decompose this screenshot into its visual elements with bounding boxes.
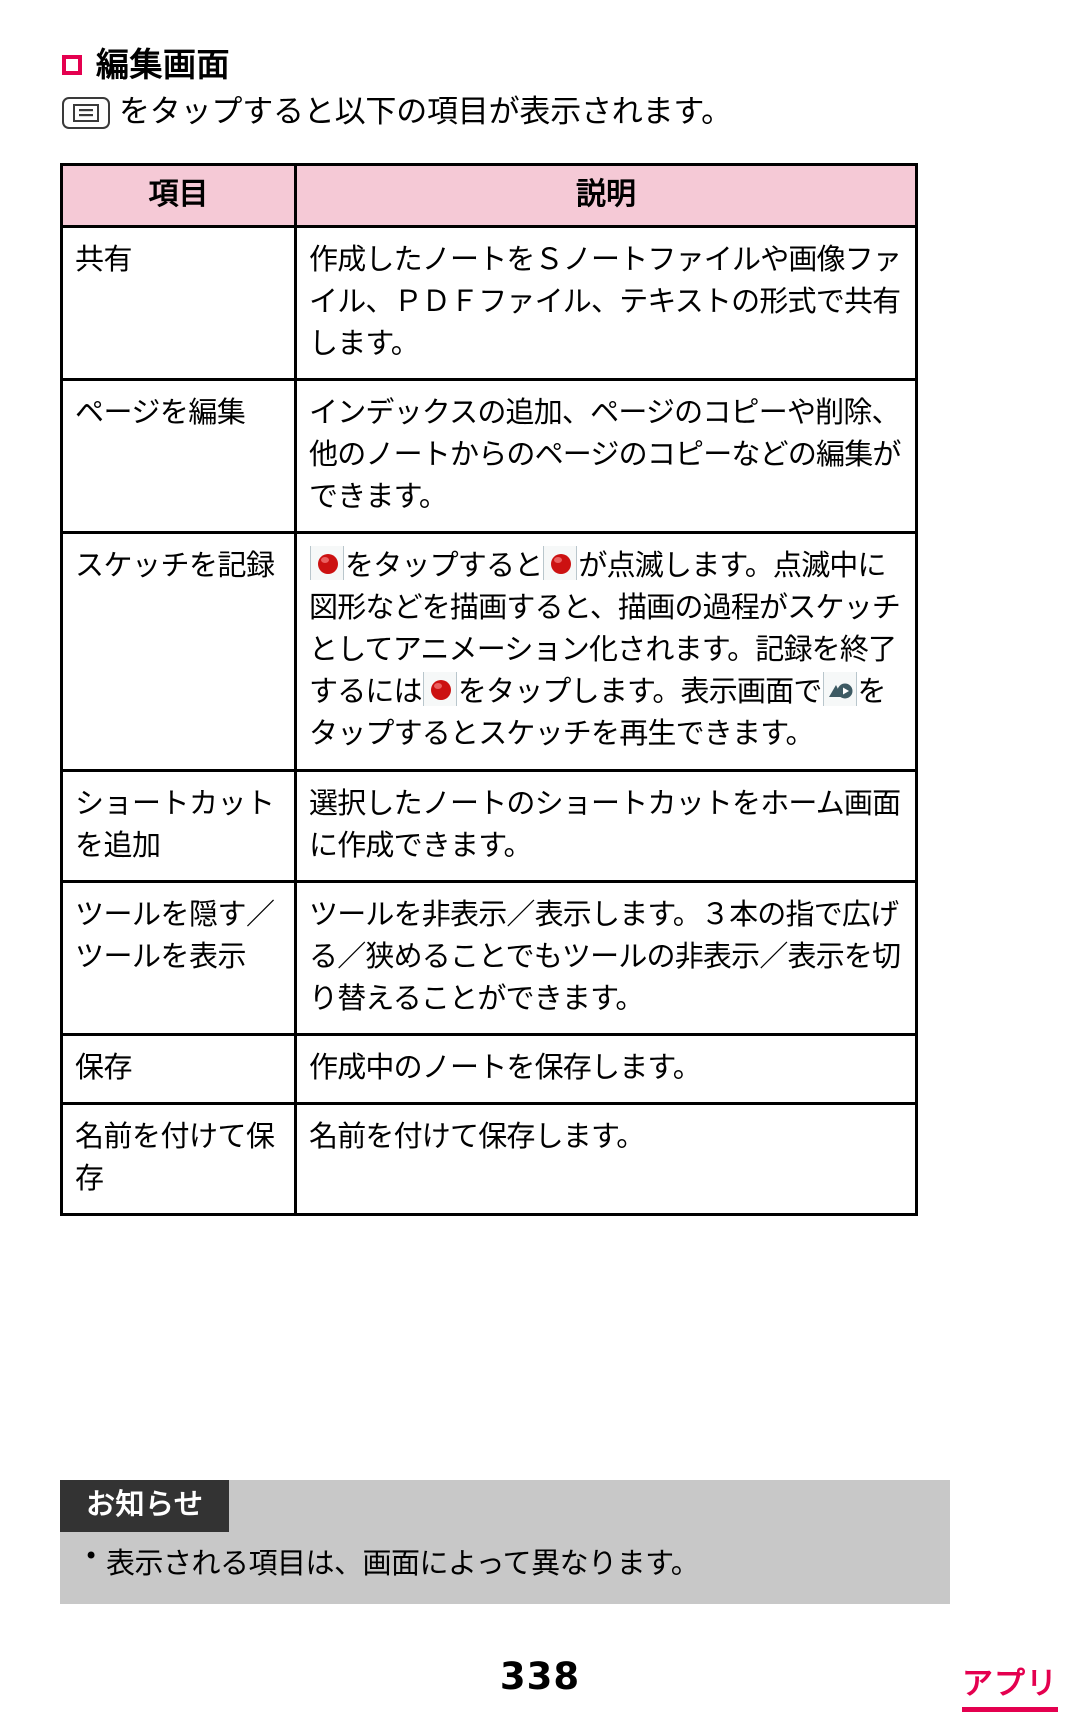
record-red-dot-icon xyxy=(422,672,457,707)
sketch-play-icon xyxy=(822,672,857,707)
page-title: 編集画面 xyxy=(96,45,230,84)
record-red-dot-icon xyxy=(543,546,578,581)
manual-page: 編集画面 をタップすると以下の項目が表示されます。 項目 説明 共有 作成したノ… xyxy=(0,0,1080,1733)
item-description: 選択したノートのショートカットをホーム画面に作成できます。 xyxy=(294,768,918,883)
table-row: ツールを隠す／ツールを表示 ツールを非表示／表示します。３本の指で広げる／狭める… xyxy=(60,879,918,1036)
section-heading: 編集画面 xyxy=(62,48,230,81)
column-header-item: 項目 xyxy=(60,163,297,228)
item-description: インデックスの追加、ページのコピーや削除、他のノートからのページのコピーなどの編… xyxy=(294,378,918,535)
item-name: ショートカットを追加 xyxy=(60,768,297,883)
item-name: 名前を付けて保存 xyxy=(60,1101,297,1216)
notice-body: • 表示される項目は、画面によって異なります。 xyxy=(60,1532,950,1604)
notice-tag: お知らせ xyxy=(60,1480,230,1532)
item-description: ツールを非表示／表示します。３本の指で広げる／狭めることでもツールの非表示／表示… xyxy=(294,879,918,1036)
item-description: 作成したノートをＳノートファイルや画像ファイル、ＰＤＦファイル、テキストの形式で… xyxy=(294,224,918,382)
footer-section-label: アプリ xyxy=(962,1658,1058,1712)
table-row: 名前を付けて保存 名前を付けて保存します。 xyxy=(60,1101,918,1216)
item-description-rich: をタップすると が点滅します。点滅中に図形などを描画すると、描画の過程がスケッチと… xyxy=(294,531,918,772)
record-red-dot-icon xyxy=(310,546,344,581)
square-bullet-icon xyxy=(62,54,82,75)
notice-bullet-icon: • xyxy=(84,1541,98,1570)
menu-key-icon xyxy=(62,96,110,129)
item-name: 共有 xyxy=(60,224,297,382)
table-row: スケッチを記録 をタップすると が点滅します。点滅中に図形などを描画すると、描画の… xyxy=(60,531,918,772)
table-row: ページを編集 インデックスの追加、ページのコピーや削除、他のノートからのページの… xyxy=(60,378,918,535)
intro-text: をタップすると以下の項目が表示されます。 xyxy=(119,94,732,130)
item-name: 保存 xyxy=(60,1032,297,1105)
page-number: 338 xyxy=(499,1655,581,1698)
notice-box: お知らせ • 表示される項目は、画面によって異なります。 xyxy=(60,1480,950,1604)
column-header-description: 説明 xyxy=(294,163,918,228)
item-description: 作成中のノートを保存します。 xyxy=(294,1032,918,1105)
notice-text: 表示される項目は、画面によって異なります。 xyxy=(106,1545,700,1580)
menu-items-table: 項目 説明 共有 作成したノートをＳノートファイルや画像ファイル、ＰＤＦファイル… xyxy=(60,163,918,1216)
item-name: ページを編集 xyxy=(60,378,297,535)
item-name: スケッチを記録 xyxy=(60,531,297,772)
item-description: 名前を付けて保存します。 xyxy=(294,1101,918,1216)
table-row: ショートカットを追加 選択したノートのショートカットをホーム画面に作成できます。 xyxy=(60,768,918,883)
table-row: 共有 作成したノートをＳノートファイルや画像ファイル、ＰＤＦファイル、テキストの… xyxy=(60,224,918,382)
table-header-row: 項目 説明 xyxy=(60,163,918,228)
table-row: 保存 作成中のノートを保存します。 xyxy=(60,1032,918,1105)
item-name: ツールを隠す／ツールを表示 xyxy=(60,879,297,1036)
intro-line: をタップすると以下の項目が表示されます。 xyxy=(62,94,732,131)
